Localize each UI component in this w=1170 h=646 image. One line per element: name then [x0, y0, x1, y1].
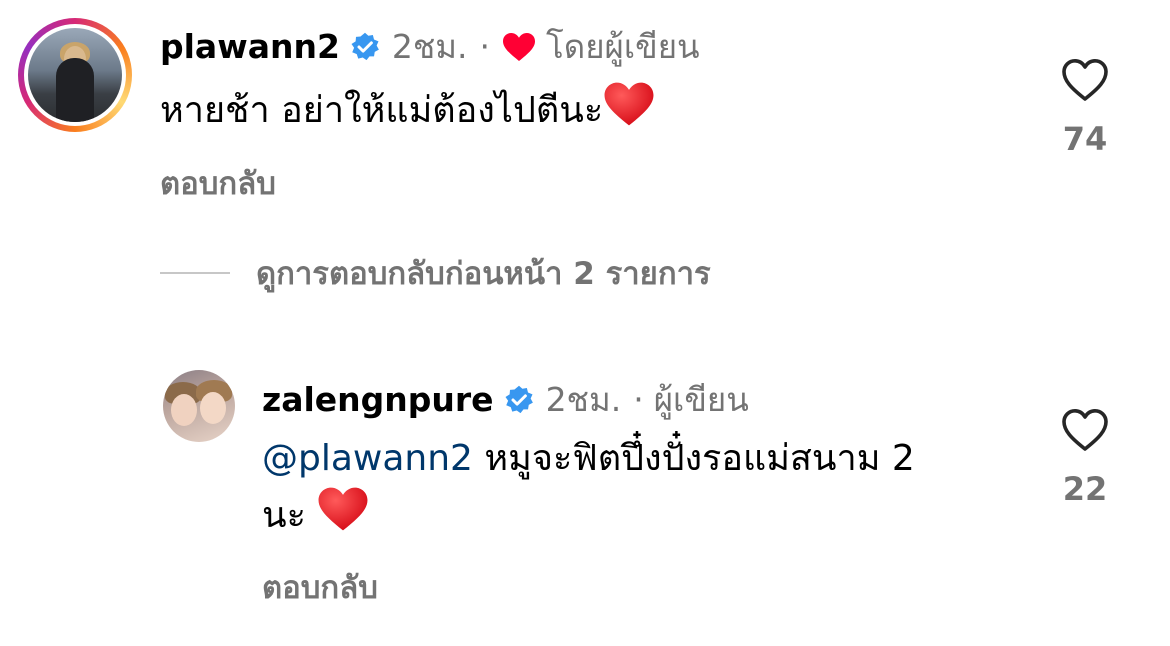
reply-avatar[interactable] [163, 370, 235, 442]
author-label: ผู้เขียน [653, 380, 749, 419]
username[interactable]: plawann2 [160, 27, 340, 66]
reply-body-line-1: หมูจะฟิตปึ๋งปั๋งรอแม่สนาม 2 [472, 438, 915, 479]
liked-by-author-label: โดยผู้เขียน [546, 27, 700, 66]
comment-meta: plawann2 2ชม. · โดยผู้เขียน [160, 20, 700, 73]
reply-username[interactable]: zalengnpure [262, 380, 494, 419]
like-heart-icon[interactable] [1061, 58, 1109, 106]
reply-meta: zalengnpure 2ชม. · ผู้เขียน [262, 373, 749, 426]
reply-button[interactable]: ตอบกลับ [160, 158, 276, 208]
timestamp: 2ชม. [391, 27, 468, 66]
comment-body: หายช้า อย่าให้แม่ต้องไปตีนะ [160, 90, 604, 131]
mention-link[interactable]: @plawann2 [262, 438, 473, 479]
comment-text: หายช้า อย่าให้แม่ต้องไปตีนะ [160, 80, 655, 143]
reply-text: @plawann2 หมูจะฟิตปึ๋งปั๋งรอแม่สนาม 2 นะ [262, 433, 915, 548]
comments-thread: plawann2 2ชม. · โดยผู้เขียน หายช้า อย่าใ… [0, 0, 1170, 646]
like-count: 74 [1062, 120, 1108, 158]
like-heart-icon[interactable] [1061, 408, 1109, 456]
like-count: 22 [1062, 470, 1108, 508]
story-ring[interactable] [18, 18, 132, 132]
verified-badge-icon [350, 32, 380, 62]
reply-text-line-2: นะ [262, 485, 915, 548]
reply-timestamp: 2ชม. [545, 380, 622, 419]
avatar[interactable] [28, 28, 122, 122]
red-heart-emoji-icon [317, 485, 369, 548]
red-heart-emoji-icon [603, 80, 655, 143]
view-previous-replies-label: ดูการตอบกลับก่อนหน้า 2 รายการ [256, 256, 711, 292]
like-column: 74 [1045, 58, 1125, 158]
reply-text-line-1: @plawann2 หมูจะฟิตปึ๋งปั๋งรอแม่สนาม 2 [262, 433, 915, 485]
divider [160, 272, 230, 274]
reply-body-line-2: นะ [262, 495, 318, 536]
separator-dot: · [633, 380, 644, 419]
reply-button[interactable]: ตอบกลับ [262, 562, 378, 612]
verified-badge-icon [504, 385, 534, 415]
liked-by-author-heart-icon [502, 32, 536, 62]
separator-dot: · [479, 27, 491, 66]
view-previous-replies-button[interactable]: ดูการตอบกลับก่อนหน้า 2 รายการ [160, 248, 711, 298]
reply-like-column: 22 [1045, 408, 1125, 508]
